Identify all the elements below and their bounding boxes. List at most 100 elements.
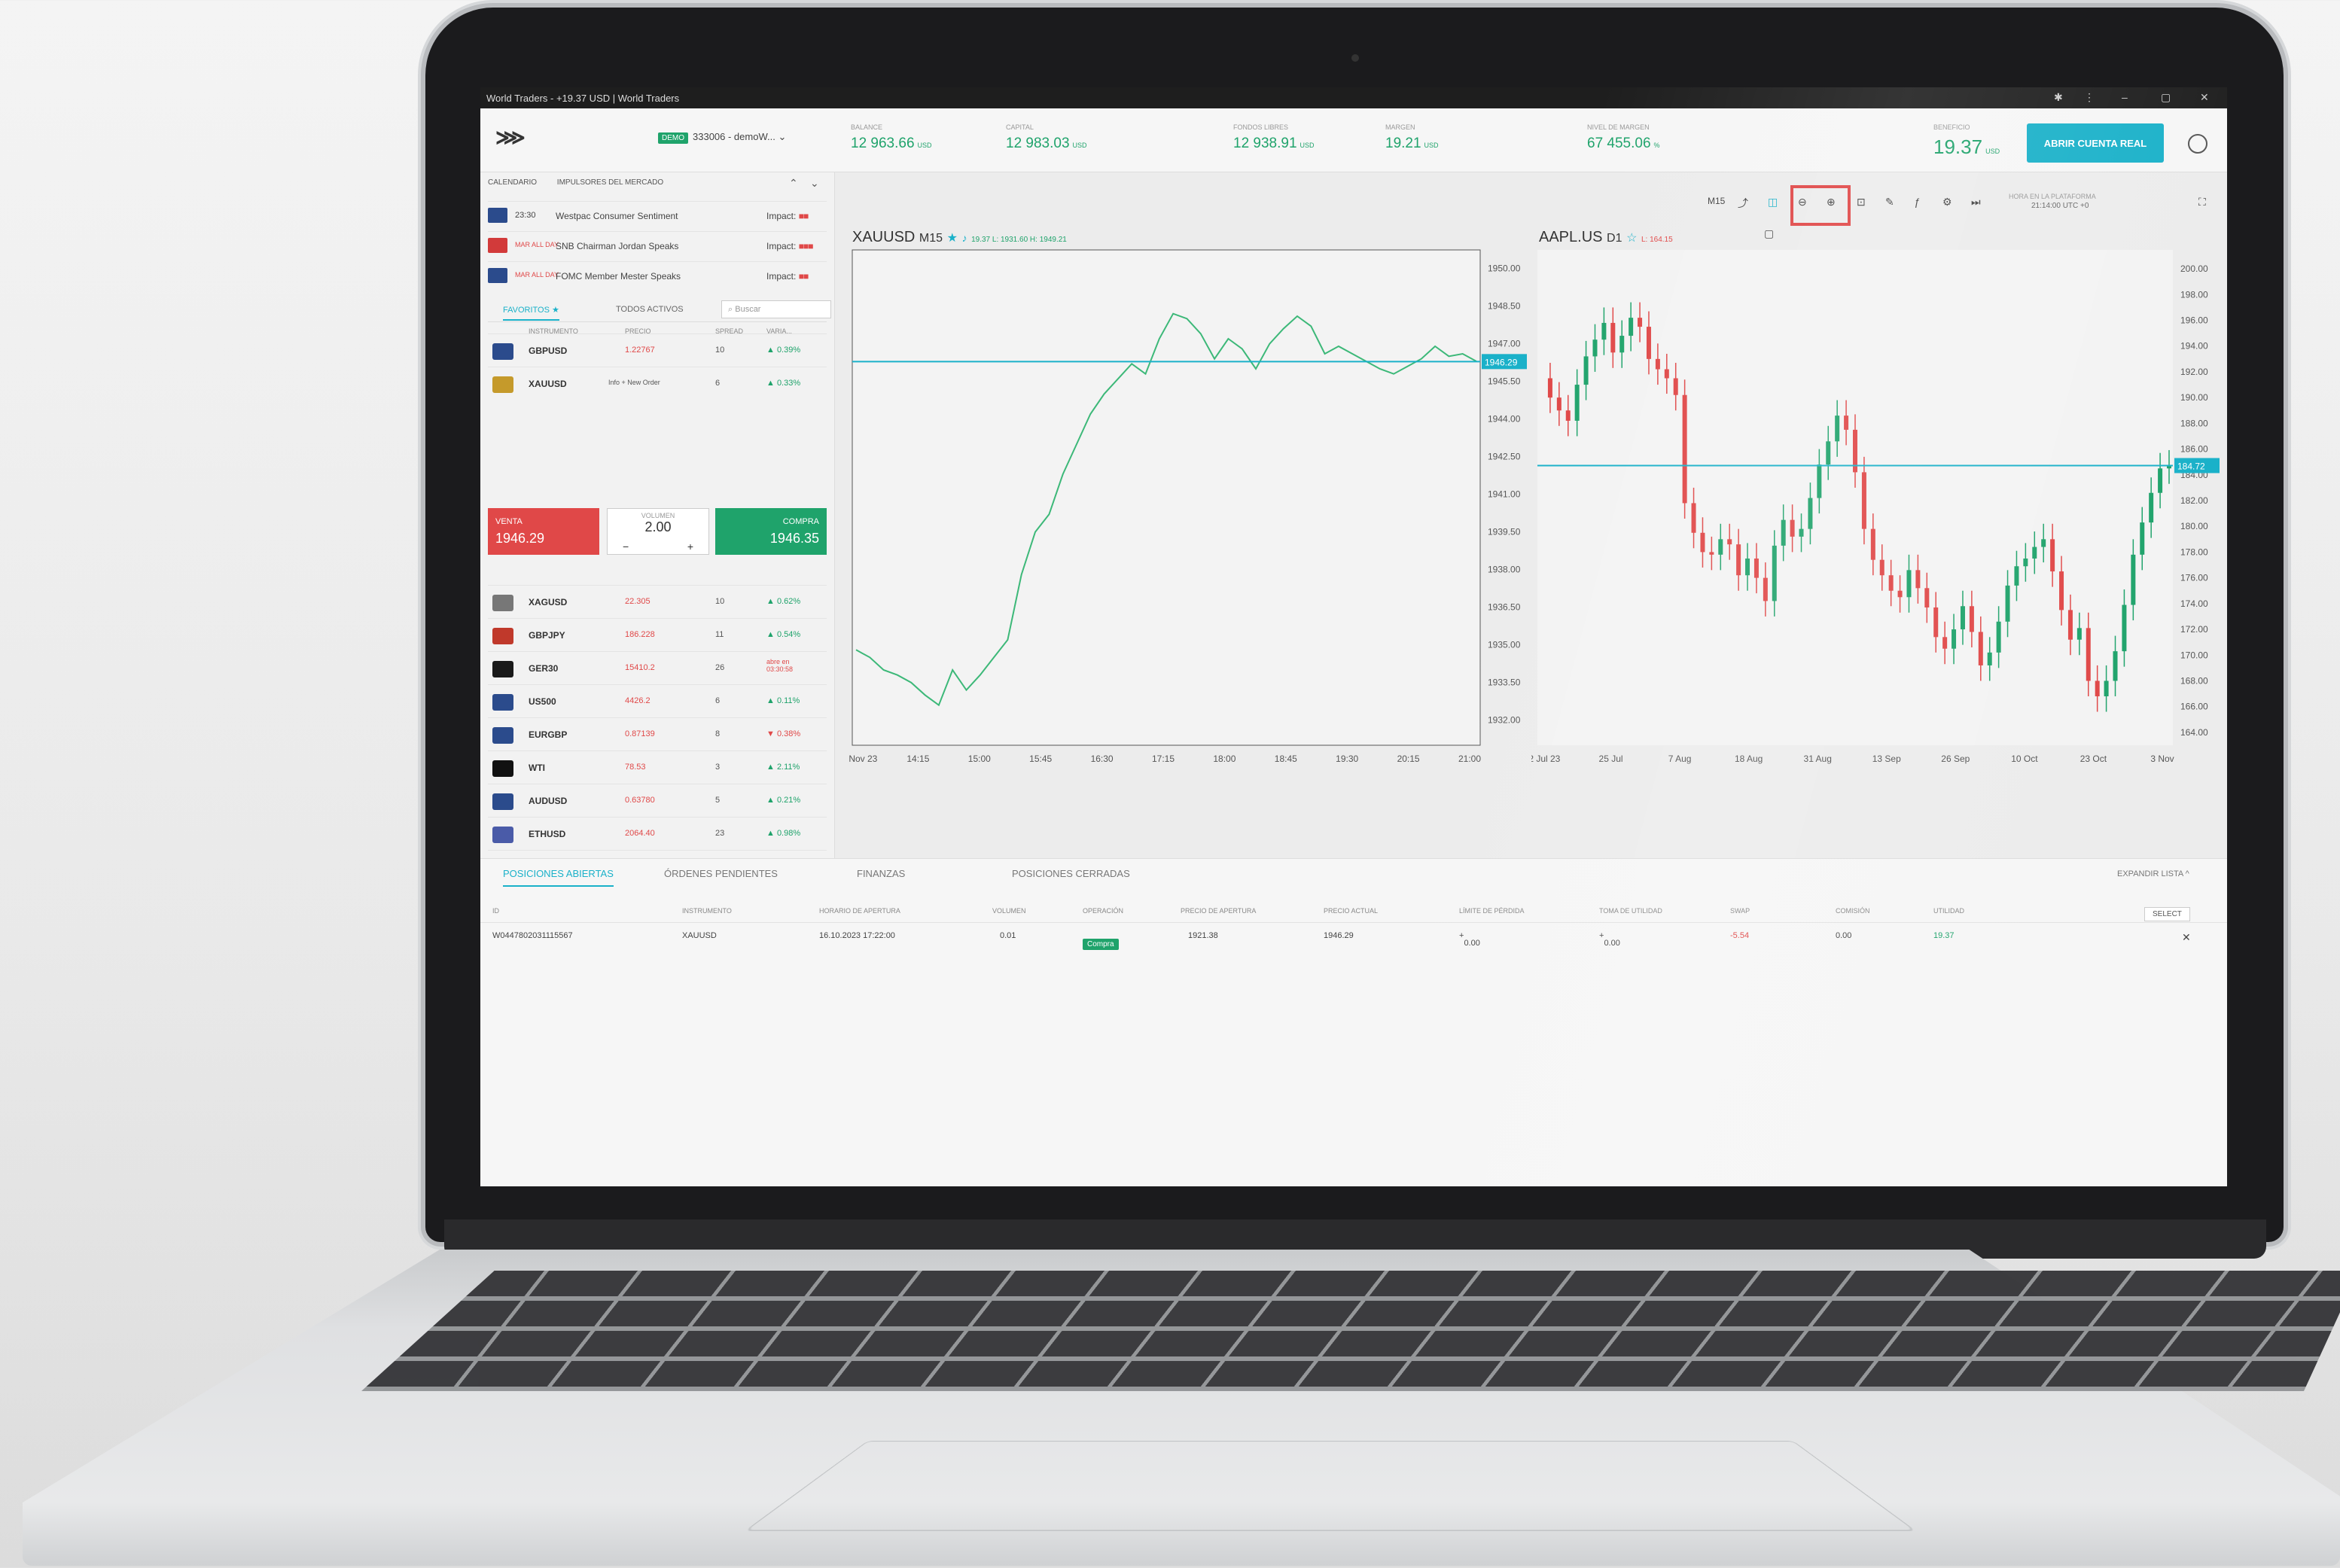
- more-menu-icon[interactable]: ⋮: [2084, 91, 2095, 104]
- instrument-spread: 11: [715, 630, 724, 639]
- instrument-row[interactable]: XAGUSD 22.305 10 ▲ 0.62%: [488, 585, 827, 619]
- calendar-event[interactable]: MAR ALL DAY SNB Chairman Jordan Speaks I…: [488, 231, 827, 260]
- volume-stepper[interactable]: VOLUMEN 2.00 − +: [607, 508, 709, 555]
- candle-body: [1718, 539, 1723, 555]
- candle-body: [1727, 539, 1732, 545]
- instrument-row[interactable]: US500 4426.2 6 ▲ 0.11%: [488, 684, 827, 718]
- maximize-button[interactable]: ▢: [2161, 91, 2171, 104]
- xau-line-chart[interactable]: 1950.00 1948.50 1947.00 1945.50 1944.00 1942.…: [846, 226, 1533, 771]
- candle-body: [1610, 322, 1616, 353]
- candle-body: [2005, 585, 2010, 622]
- candle-body: [1682, 394, 1687, 504]
- tab-favorites[interactable]: FAVORITOS ★: [503, 305, 559, 321]
- tab-open-positions[interactable]: POSICIONES ABIERTAS: [503, 868, 614, 887]
- x-tick-label: 10 Oct: [2011, 754, 2038, 764]
- open-real-account-button[interactable]: ABRIR CUENTA REAL: [2027, 123, 2164, 163]
- candle-body: [1601, 322, 1607, 340]
- flag-icon: [492, 343, 513, 360]
- instrument-spread: 3: [715, 763, 721, 772]
- candle-body: [1745, 558, 1750, 576]
- instrument-price: 0.87139: [625, 729, 655, 738]
- instrument-spread: 26: [715, 663, 725, 672]
- indicators-icon[interactable]: ƒ: [1914, 196, 1920, 208]
- tab-finances[interactable]: FINANZAS: [857, 868, 905, 879]
- instrument-change: abre en 03:30:58: [766, 658, 794, 673]
- select-button[interactable]: SELECT: [2144, 907, 2190, 921]
- y-tick-label: 176.00: [2180, 573, 2208, 583]
- instrument-row[interactable]: GER30 15410.2 26 abre en 03:30:58: [488, 651, 827, 685]
- tab-pending-orders[interactable]: ÓRDENES PENDIENTES: [664, 868, 778, 879]
- instrument-row[interactable]: WTI 78.53 3 ▲ 2.11%: [488, 751, 827, 784]
- stat-margin-level: NIVEL DE MARGEN 67 455.06%: [1587, 123, 1660, 151]
- pencil-icon[interactable]: ✎: [1885, 196, 1894, 209]
- aapl-candle-chart[interactable]: 200.00 198.00 196.00 194.00 192.00 190.00 188.…: [1531, 226, 2226, 771]
- candle-body: [1556, 397, 1562, 411]
- puzzle-icon[interactable]: ✱: [2054, 91, 2063, 104]
- instrument-row[interactable]: XAUUSD Info + New Order 6 ▲ 0.33%: [488, 367, 827, 400]
- instrument-symbol: ETHUSD: [529, 829, 566, 839]
- positions-panel: POSICIONES ABIERTAS ÓRDENES PENDIENTES F…: [480, 858, 2227, 1186]
- candle-body: [1870, 528, 1875, 560]
- platform-time: 21:14:00 UTC +0: [2031, 202, 2089, 210]
- account-header: ⋙ DEMO 333006 - demoW... ⌄ BALANCE 12 963.…: [480, 108, 2227, 172]
- candle-body: [1942, 637, 1948, 649]
- instrument-row[interactable]: ETHUSD 2064.40 23 ▲ 0.98%: [488, 817, 827, 851]
- candle-body: [1565, 410, 1571, 421]
- chart-toolbar: M15 ⤴ ◫ ⊖ ⊕ ⊡ ✎ ƒ ⚙ ⏭ HORA EN LA PLATAFO…: [1708, 193, 2220, 215]
- skip-end-icon[interactable]: ⏭: [1971, 196, 1981, 209]
- close-window-button[interactable]: ✕: [2200, 91, 2209, 104]
- instrument-row[interactable]: GBPUSD 1.22767 10 ▲ 0.39%: [488, 333, 827, 367]
- increase-volume-button[interactable]: +: [687, 540, 693, 553]
- candle-body: [1619, 336, 1625, 353]
- screenshot-icon[interactable]: ⊡: [1857, 196, 1866, 209]
- search-input[interactable]: ⌕ Buscar: [721, 300, 831, 318]
- chevron-down-icon[interactable]: ⌄: [810, 177, 819, 190]
- tab-all-assets[interactable]: TODOS ACTIVOS: [616, 305, 684, 314]
- account-selector[interactable]: DEMO 333006 - demoW... ⌄: [658, 131, 786, 144]
- instrument-row[interactable]: AUDUSD 0.63780 5 ▲ 0.21%: [488, 784, 827, 817]
- calendar-event[interactable]: 23:30 Westpac Consumer Sentiment Impact:…: [488, 201, 827, 230]
- candle-body: [2095, 680, 2100, 696]
- y-tick-label: 1933.50: [1488, 677, 1521, 688]
- x-tick-label: 13 Nov 23: [846, 754, 878, 764]
- user-icon[interactable]: [2188, 134, 2207, 154]
- row-actions[interactable]: Info + New Order: [608, 379, 660, 386]
- fullscreen-icon[interactable]: ⛶: [2198, 196, 2206, 209]
- candle-body: [1996, 621, 2001, 653]
- chart-type-icon[interactable]: ⤴: [1738, 196, 1748, 211]
- x-tick-label: 12 Jul 23: [1531, 754, 1561, 764]
- settings-icon[interactable]: ⚙: [1942, 196, 1952, 209]
- instrument-spread: 8: [715, 729, 721, 738]
- minimize-button[interactable]: –: [2122, 91, 2128, 103]
- x-tick-label: 19:30: [1336, 754, 1358, 764]
- table-row[interactable]: W0447802031115567 XAUUSD 16.10.2023 17:2…: [480, 924, 2227, 951]
- instrument-row[interactable]: GBPJPY 186.228 11 ▲ 0.54%: [488, 618, 827, 652]
- close-position-icon[interactable]: ✕: [2182, 931, 2191, 944]
- candle-body: [2032, 547, 2037, 559]
- y-tick-label: 1935.00: [1488, 640, 1521, 650]
- tab-calendar[interactable]: CALENDARIO: [488, 178, 537, 187]
- timeframe-select[interactable]: M15: [1708, 196, 1725, 206]
- x-tick-label: 23 Oct: [2080, 754, 2107, 764]
- candle-body: [2149, 492, 2154, 523]
- trade-panel: VENTA 1946.29 VOLUMEN 2.00 − + COMPRA 1946…: [488, 508, 827, 558]
- expand-list-button[interactable]: EXPANDIR LISTA ^: [2117, 869, 2189, 878]
- buy-button[interactable]: COMPRA 1946.35: [715, 508, 827, 555]
- layout-icon[interactable]: ◫: [1768, 196, 1778, 209]
- instrument-row[interactable]: EURGBP 0.87139 8 ▼ 0.38%: [488, 717, 827, 751]
- calendar-event[interactable]: MAR ALL DAY FOMC Member Mester Speaks Im…: [488, 261, 827, 291]
- tab-market-drivers[interactable]: IMPULSORES DEL MERCADO: [557, 178, 663, 187]
- x-tick-label: 18:45: [1275, 754, 1297, 764]
- window-title: World Traders - +19.37 USD | World Trade…: [486, 93, 680, 104]
- chevron-up-icon[interactable]: ⌃: [789, 177, 798, 190]
- tab-closed-positions[interactable]: POSICIONES CERRADAS: [1012, 868, 1130, 879]
- y-tick-label: 1948.50: [1488, 301, 1521, 312]
- candle-body: [2067, 610, 2073, 640]
- candle-body: [1844, 416, 1849, 430]
- stat-balance: BALANCE 12 963.66 USD: [851, 123, 932, 151]
- y-tick-label: 1947.00: [1488, 339, 1521, 349]
- sell-button[interactable]: VENTA 1946.29: [488, 508, 599, 555]
- decrease-volume-button[interactable]: −: [623, 540, 629, 553]
- flag-icon: [492, 727, 513, 744]
- candle-body: [1879, 559, 1884, 576]
